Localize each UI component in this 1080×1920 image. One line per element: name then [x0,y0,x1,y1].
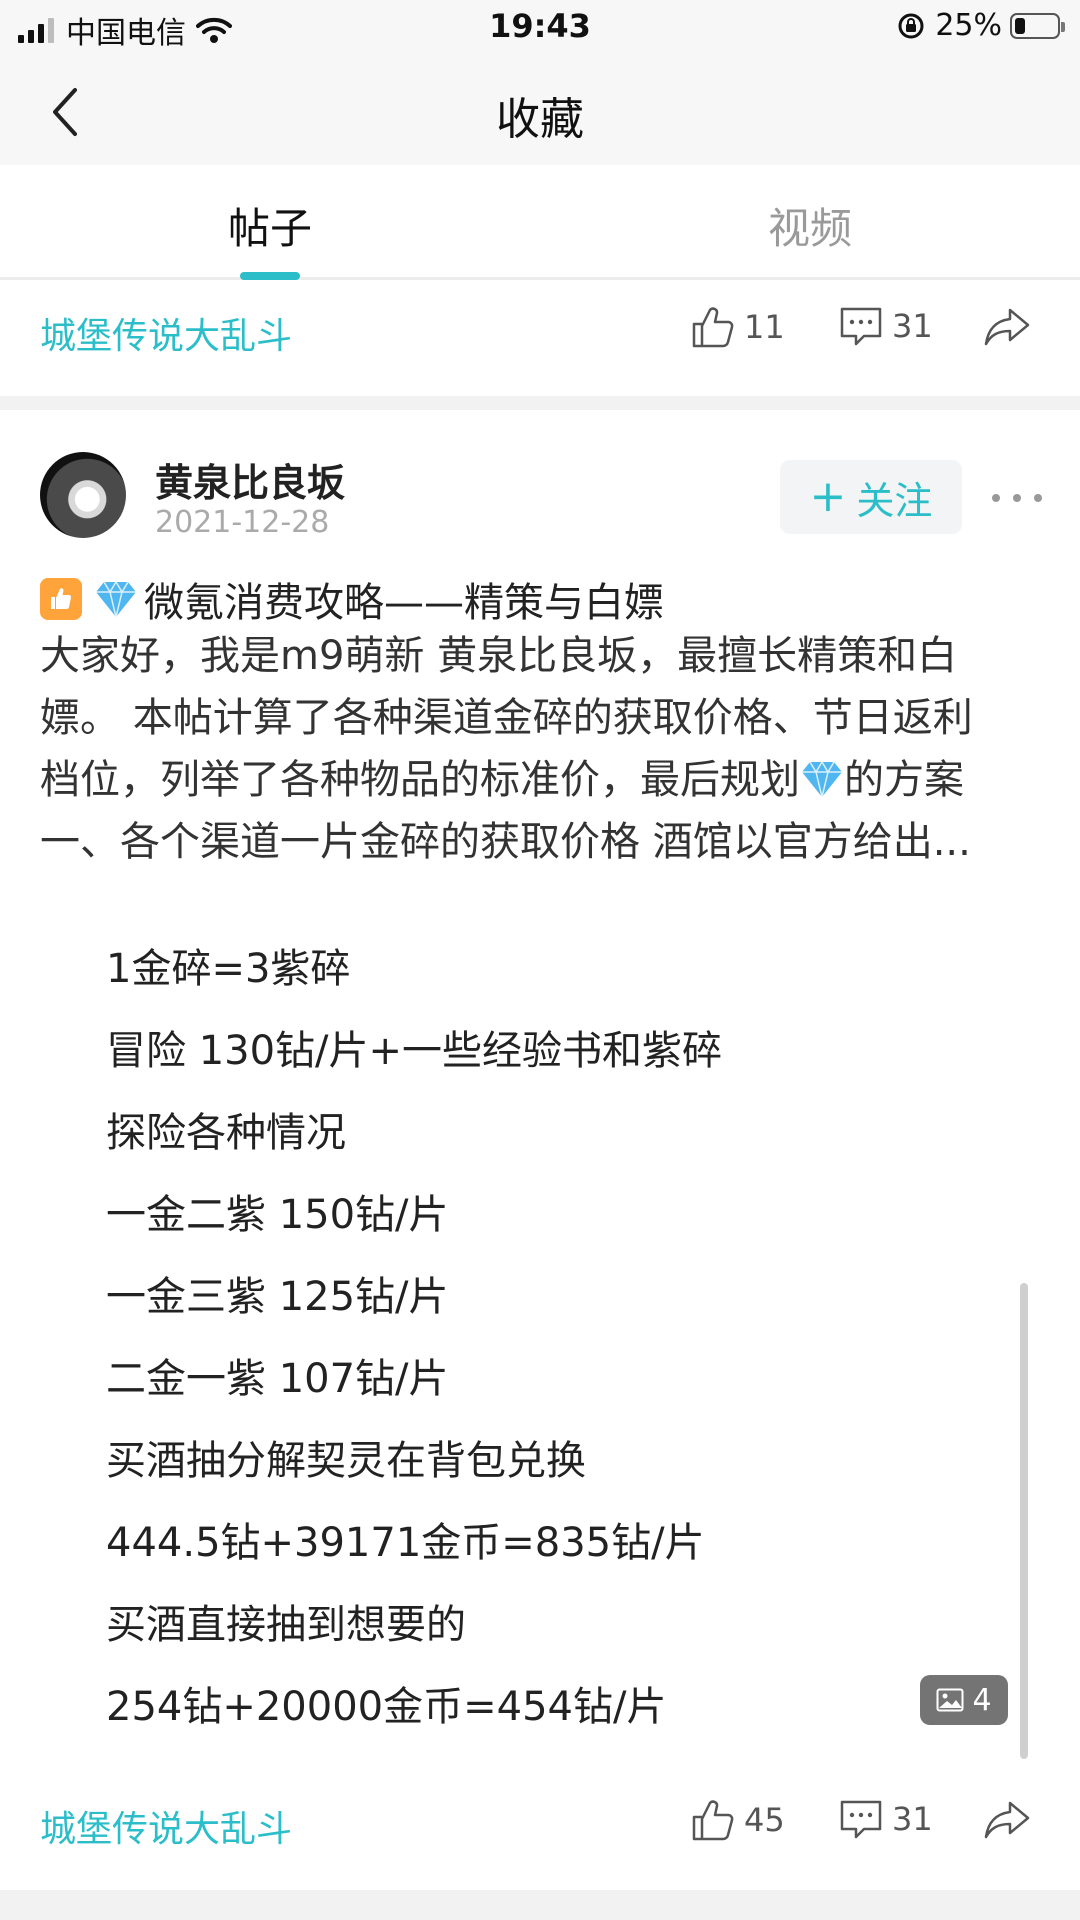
more-icon [992,494,1000,502]
post-title: 微氪消费攻略——精策与白嫖 [144,580,664,626]
body-line: 买酒直接抽到想要的 [106,1602,466,1648]
share-icon [984,1801,1030,1839]
recommended-badge-icon [40,578,82,620]
comment-button[interactable]: 31 [838,304,933,348]
body-line: 1金碎=3紫碎 [106,946,351,992]
more-icon-dot [1034,494,1042,502]
avatar[interactable] [40,452,126,538]
game-tag-link[interactable]: 城堡传说大乱斗 [40,307,292,359]
rotation-lock-icon [898,13,924,38]
scrollbar[interactable] [1020,1283,1028,1759]
nav-bar: 收藏 [0,55,1080,165]
plus-icon: + [809,471,847,522]
body-line: 一金二紫 150钻/片 [106,1192,449,1238]
excerpt-line: 一、各个渠道一片金碎的获取价格 酒馆以官方给出... [40,819,971,865]
excerpt-line: 嫖。 本帖计算了各种渠道金碎的获取价格、节日返利 [40,695,973,741]
previous-post-footer: 城堡传说大乱斗 11 31 [0,282,1080,382]
tab-posts[interactable]: 帖子 [120,195,420,256]
follow-label: 关注 [856,478,933,523]
image-count: 4 [972,1682,992,1718]
post-excerpt[interactable]: 大家好，我是m9萌新 黄泉比良坂，最擅长精策和白 嫖。 本帖计算了各种渠道金碎的… [40,625,1050,873]
active-tab-indicator [240,272,300,280]
comment-count: 31 [892,1800,933,1838]
more-button[interactable] [992,478,1042,518]
thumbs-up-icon [692,307,734,348]
post-footer: 城堡传说大乱斗 45 31 [0,1775,1080,1875]
post-image-content[interactable]: 1金碎=3紫碎 冒险 130钻/片+一些经验书和紫碎 探险各种情况 一金二紫 1… [106,938,966,1758]
share-button[interactable] [982,304,1040,348]
image-count-badge[interactable]: 4 [920,1675,1008,1725]
share-button[interactable] [982,1797,1040,1841]
body-line: 探险各种情况 [106,1110,346,1156]
like-button[interactable]: 45 [690,1797,785,1843]
share-icon [984,308,1030,346]
tab-bar: 帖子 视频 [0,165,1080,280]
battery-percent: 25% [935,8,1002,43]
page-title: 收藏 [496,94,584,145]
comment-icon [840,1800,882,1839]
battery-icon [1010,12,1065,39]
comment-button[interactable]: 31 [838,1797,933,1841]
diamond-icon [96,580,136,618]
body-line: 254钻+20000金币=454钻/片 [106,1684,667,1730]
excerpt-line-text: 的方案 [844,757,964,803]
section-separator [0,396,1080,410]
follow-button[interactable]: + 关注 [780,460,962,534]
like-count: 11 [744,308,785,346]
excerpt-line-with-icon: 档位，列举了各种物品的标准价，最后规划 的方案 [40,749,1050,811]
body-line: 444.5钻+39171金币=835钻/片 [106,1520,705,1566]
section-separator [0,1890,1080,1920]
comment-count: 31 [892,307,933,345]
like-count: 45 [744,1801,785,1839]
game-tag-link[interactable]: 城堡传说大乱斗 [40,1800,292,1852]
tab-videos[interactable]: 视频 [660,195,960,256]
thumbs-up-icon [51,588,72,610]
like-button[interactable]: 11 [690,304,785,350]
comment-icon [840,307,882,346]
excerpt-line: 大家好，我是m9萌新 黄泉比良坂，最擅长精策和白 [40,633,958,679]
diamond-icon [802,760,842,798]
excerpt-line-text: 档位，列举了各种物品的标准价，最后规划 [40,757,800,803]
body-line: 冒险 130钻/片+一些经验书和紫碎 [106,1028,723,1074]
body-line: 买酒抽分解契灵在背包兑换 [106,1438,586,1484]
thumbs-up-icon [692,1800,734,1841]
status-right: 25% [897,8,1065,43]
post-date: 2021-12-28 [155,505,330,540]
status-bar: 中国电信 19:43 25% [0,0,1080,55]
author-name[interactable]: 黄泉比良坂 [155,452,345,507]
body-line: 一金三紫 125钻/片 [106,1274,449,1320]
body-line: 二金一紫 107钻/片 [106,1356,449,1402]
post-title-row[interactable]: 微氪消费攻略——精策与白嫖 [40,570,664,628]
battery-fill [1015,17,1025,34]
image-icon [936,1688,964,1712]
more-icon-dot [1013,494,1021,502]
